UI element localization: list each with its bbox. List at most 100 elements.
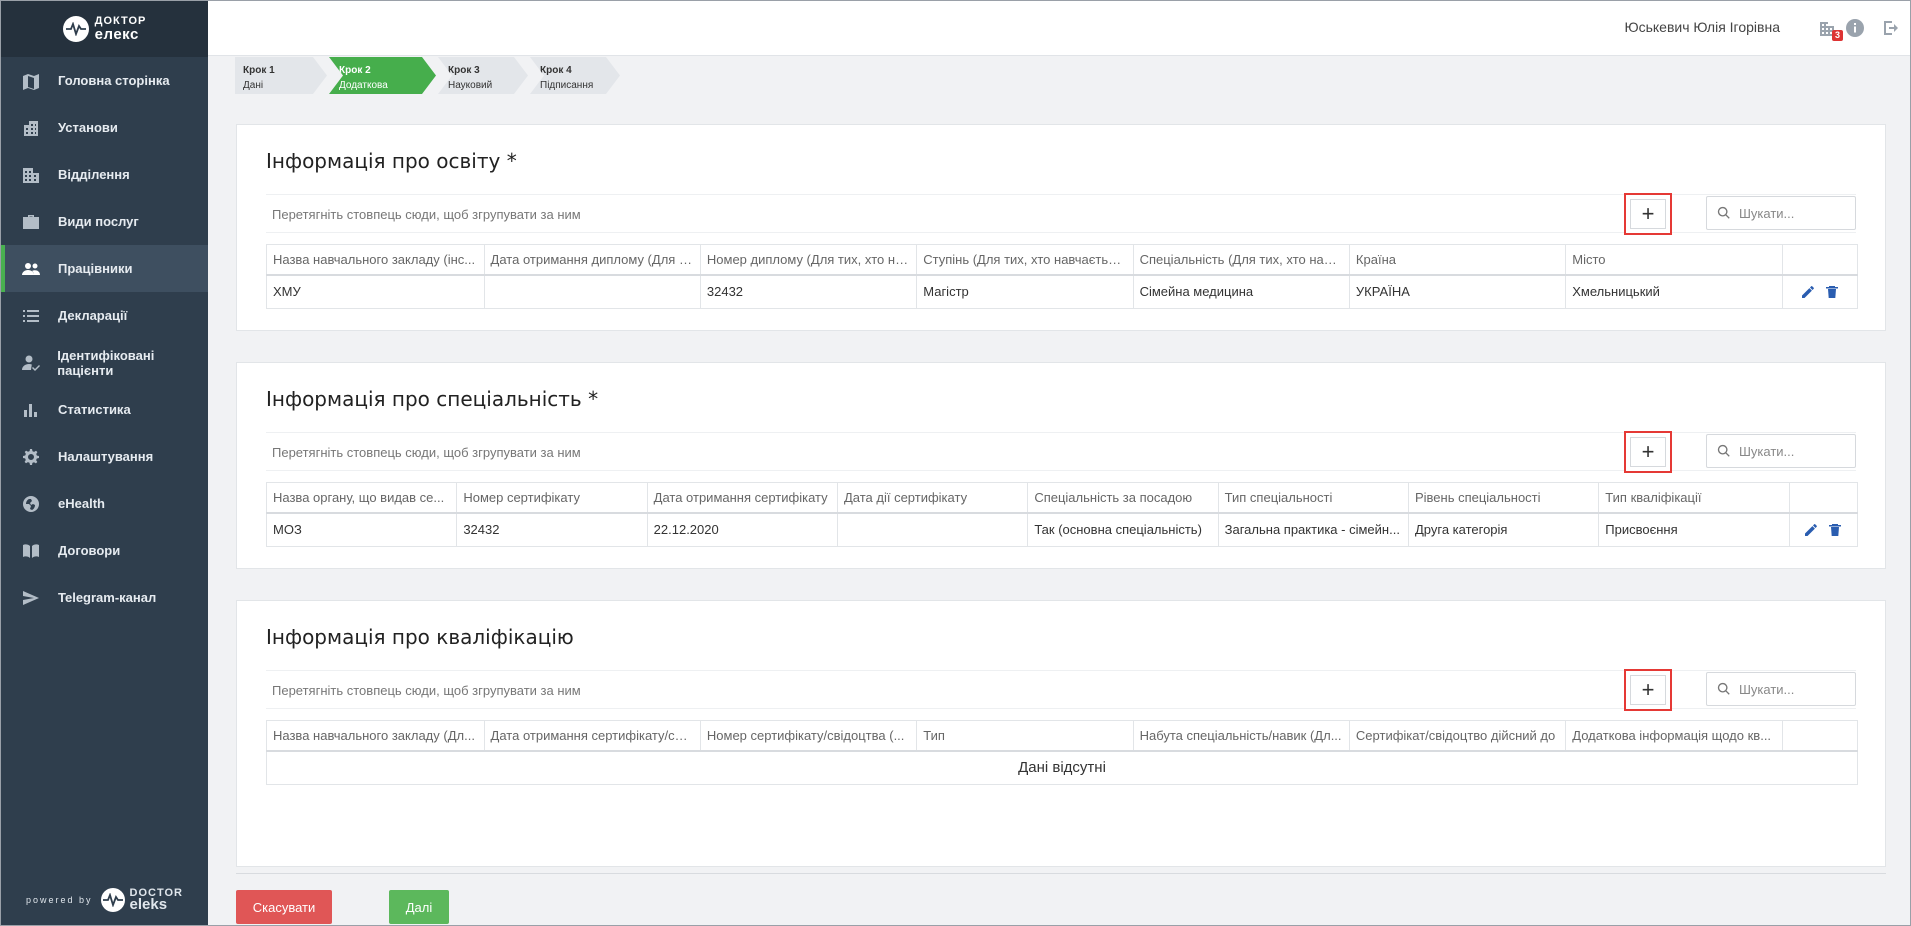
column-header[interactable]: Рівень спеціальності — [1407, 482, 1600, 514]
search-input[interactable] — [1739, 205, 1849, 221]
group-drop-area[interactable]: Перетягніть стовпець сюди, щоб згрупуват… — [272, 207, 581, 222]
sidebar-item-10[interactable]: Договори — [1, 527, 208, 574]
list-icon — [21, 306, 41, 326]
table-row[interactable]: МОЗ 32432 22.12.2020 Так (основна спеціальн… — [265, 512, 1859, 547]
column-header[interactable]: Місто — [1565, 244, 1783, 276]
sidebar: ДОКТОР елекс Головна сторінка Установи Від… — [1, 1, 208, 925]
step-1[interactable]: Крок 1 Дані працівника — [235, 57, 327, 94]
plus-icon: + — [1630, 199, 1666, 229]
column-header[interactable]: Набута спеціальність/навик (Дл... — [1132, 720, 1350, 752]
specialty-toolbar: Перетягніть стовпець сюди, щоб згрупуват… — [266, 431, 1856, 473]
education-toolbar: Перетягніть стовпець сюди, щоб згрупуват… — [266, 193, 1856, 235]
step-title: Крок 3 — [448, 65, 480, 76]
sidebar-item-label: Головна сторінка — [58, 73, 170, 88]
step-subtitle: Дані працівника — [243, 80, 295, 106]
table-cell: Друга категорія — [1407, 512, 1600, 547]
table-cell: ХМУ — [266, 274, 485, 309]
column-header[interactable]: Дата дії сертифікату — [836, 482, 1029, 514]
search-input[interactable] — [1739, 443, 1849, 459]
column-header[interactable]: Номер сертифікату/свідоцтва (... — [699, 720, 918, 752]
sidebar-item-label: Ідентифіковані пацієнти — [57, 347, 155, 378]
powered-logo-line2: eleks — [129, 896, 168, 914]
step-2[interactable]: Крок 2 Додаткова інформація — [329, 57, 436, 94]
column-header[interactable]: Спеціальність за посадою — [1027, 482, 1219, 514]
table-cell: 32432 — [699, 274, 918, 309]
edit-icon[interactable] — [1802, 521, 1820, 539]
sidebar-item-3[interactable]: Види послуг — [1, 198, 208, 245]
column-header[interactable]: Тип кваліфікації — [1598, 482, 1790, 514]
column-header[interactable]: Назва навчального закладу (Дл... — [266, 720, 485, 752]
column-header[interactable]: Назва органу, що видав се... — [265, 482, 458, 514]
table-cell — [483, 274, 701, 309]
notification-badge: 3 — [1831, 30, 1843, 41]
column-header[interactable]: Тип спеціальності — [1217, 482, 1409, 514]
column-header[interactable]: Додаткова інформація щодо кв... — [1565, 720, 1783, 752]
sidebar-item-label: Установи — [58, 120, 118, 135]
doctor-eleks-logo: DOCTOR eleks — [100, 887, 183, 914]
column-header[interactable]: Дата отримання сертифікату — [646, 482, 838, 514]
edit-icon[interactable] — [1799, 283, 1817, 301]
sidebar-item-label: Статистика — [58, 402, 131, 417]
education-search[interactable] — [1706, 196, 1856, 230]
column-header[interactable]: Спеціальність (Для тих, хто навч... — [1132, 244, 1350, 276]
info-icon[interactable] — [1844, 17, 1866, 39]
logo-line2: елекс — [94, 26, 139, 43]
column-header[interactable]: Дата отримання диплому (Для т... — [483, 244, 701, 276]
column-header[interactable]: Тип — [916, 720, 1134, 752]
actions-column-header — [1781, 720, 1859, 752]
search-input[interactable] — [1739, 681, 1849, 697]
add-education-button[interactable]: + — [1624, 193, 1672, 235]
sidebar-item-6[interactable]: Ідентифіковані пацієнти — [1, 339, 208, 386]
logo-pulse-icon — [62, 16, 89, 42]
step-title: Крок 2 — [339, 65, 371, 76]
column-header[interactable]: Номер сертифікату — [456, 482, 648, 514]
sidebar-item-label: Відділення — [58, 167, 130, 182]
table-cell: Присвоєння — [1598, 512, 1790, 547]
step-subtitle: Науковий ступінь — [448, 80, 493, 106]
logo-area[interactable]: ДОКТОР елекс — [1, 1, 208, 57]
delete-icon[interactable] — [1826, 521, 1844, 539]
qualification-table: Назва навчального закладу (Дл... Дата отр… — [266, 720, 1859, 785]
logout-icon[interactable] — [1880, 17, 1902, 39]
step-title: Крок 4 — [540, 65, 572, 76]
notifications-building-icon[interactable]: 3 — [1816, 17, 1843, 41]
table-row[interactable]: ХМУ 32432 Магістр Сімейна медицина УКРАЇНА Хм… — [266, 274, 1859, 309]
column-header[interactable]: Номер диплому (Для тих, хто на... — [699, 244, 918, 276]
step-3[interactable]: Крок 3 Науковий ступінь — [438, 57, 528, 94]
qualification-search[interactable] — [1706, 672, 1856, 706]
sidebar-item-9[interactable]: eHealth — [1, 480, 208, 527]
column-header[interactable]: Дата отримання сертифікату/сві... — [483, 720, 701, 752]
group-drop-area[interactable]: Перетягніть стовпець сюди, щоб згрупуват… — [272, 445, 581, 460]
table-cell: 32432 — [456, 512, 648, 547]
add-specialty-button[interactable]: + — [1624, 431, 1672, 473]
app-logo[interactable]: ДОКТОР елекс — [62, 16, 147, 43]
group-drop-area[interactable]: Перетягніть стовпець сюди, щоб згрупуват… — [272, 683, 581, 698]
delete-icon[interactable] — [1823, 283, 1841, 301]
sidebar-item-11[interactable]: Telegram-канал — [1, 574, 208, 621]
user-check-icon — [21, 353, 40, 373]
sidebar-item-7[interactable]: Статистика — [1, 386, 208, 433]
sidebar-item-5[interactable]: Декларації — [1, 292, 208, 339]
sidebar-item-1[interactable]: Установи — [1, 104, 208, 151]
add-qualification-button[interactable]: + — [1624, 669, 1672, 711]
qualification-toolbar: Перетягніть стовпець сюди, щоб згрупуват… — [266, 669, 1856, 711]
cancel-button[interactable]: Скасувати — [236, 890, 332, 924]
specialty-search[interactable] — [1706, 434, 1856, 468]
column-header[interactable]: Назва навчального закладу (інс... — [266, 244, 485, 276]
sidebar-item-4[interactable]: Працівники — [1, 245, 208, 292]
column-header[interactable]: Країна — [1348, 244, 1567, 276]
column-header[interactable]: Ступінь (Для тих, хто навчається... — [916, 244, 1134, 276]
sidebar-item-8[interactable]: Налаштування — [1, 433, 208, 480]
education-section: Інформація про освіту * Перетягніть стов… — [236, 124, 1886, 331]
sidebar-item-0[interactable]: Головна сторінка — [1, 57, 208, 104]
column-header[interactable]: Сертифікат/свідоцтво дійсний до — [1348, 720, 1567, 752]
next-button[interactable]: Далі — [389, 890, 449, 924]
plus-icon: + — [1630, 437, 1666, 467]
step-subtitle: Підписання — [540, 80, 594, 91]
step-4[interactable]: Крок 4 Підписання — [530, 57, 620, 94]
sidebar-item-label: Декларації — [58, 308, 128, 323]
top-bar: Юськевич Юлія Ігорівна 3 — [208, 1, 1910, 56]
sidebar-item-label: Договори — [58, 543, 121, 558]
user-name[interactable]: Юськевич Юлія Ігорівна — [1624, 19, 1780, 35]
sidebar-item-2[interactable]: Відділення — [1, 151, 208, 198]
